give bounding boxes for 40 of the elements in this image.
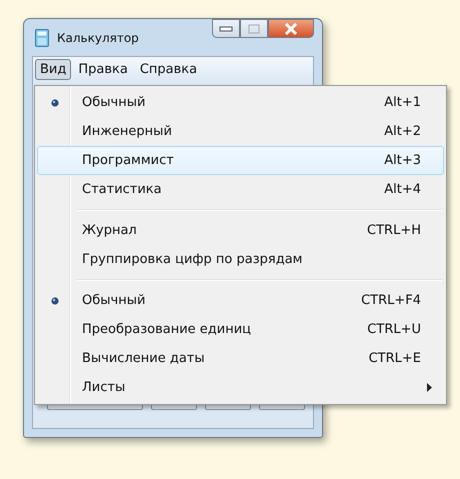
menu-item[interactable]: Обычный CTRL+F4 [37,286,444,315]
menu-item-label: Программист [82,153,174,168]
menu-item[interactable]: Преобразование единиц CTRL+U [37,315,444,344]
submenu-arrow-icon [427,383,432,392]
menu-item-label: Преобразование единиц [82,322,252,337]
shortcut-text: Alt+2 [384,124,421,139]
close-icon [284,22,298,34]
menu-item-label: Группировка цифр по разрядам [82,252,302,267]
menu-item-label: Журнал [82,223,137,238]
menu-item[interactable]: Программист Alt+3 [37,146,444,175]
menu-bar-item[interactable]: Справка [134,59,202,80]
menu-item[interactable]: Обычный Alt+1 [37,88,444,117]
menu-bar-item[interactable]: Правка [73,59,133,80]
menu-item[interactable]: Группировка цифр по разрядам [37,245,444,274]
shortcut-text: CTRL+E [368,351,421,366]
shortcut-text: Alt+4 [384,182,421,197]
menu-item[interactable]: Листы [37,373,444,402]
menu-item[interactable]: Вычисление даты CTRL+E [37,344,444,373]
shortcut-text: Alt+1 [384,95,421,110]
window-title: Калькулятор [57,30,139,44]
shortcut-text: CTRL+F4 [361,293,421,308]
menu-item[interactable]: Инженерный Alt+2 [37,117,444,146]
menu-item-label: Обычный [82,95,146,110]
menu-bar-item[interactable]: Вид [35,59,72,80]
menu-item[interactable]: Журнал CTRL+H [37,216,444,245]
menu-item-label: Обычный [82,293,146,308]
shortcut-text: CTRL+H [367,223,421,238]
menu-item-label: Вычисление даты [82,351,205,366]
minimize-button[interactable] [212,19,240,38]
shortcut-text: Alt+3 [384,153,421,168]
menu-item-label: Листы [82,380,126,395]
shortcut-text: CTRL+U [367,322,421,337]
menu-item[interactable]: Статистика Alt+4 [37,175,444,204]
menu-item-label: Статистика [82,182,162,197]
menu-item-label: Инженерный [82,124,172,139]
maximize-icon [248,24,260,34]
close-button[interactable] [268,19,314,38]
calculator-icon [35,28,49,46]
minimize-icon [219,26,233,32]
maximize-button[interactable] [240,19,268,38]
